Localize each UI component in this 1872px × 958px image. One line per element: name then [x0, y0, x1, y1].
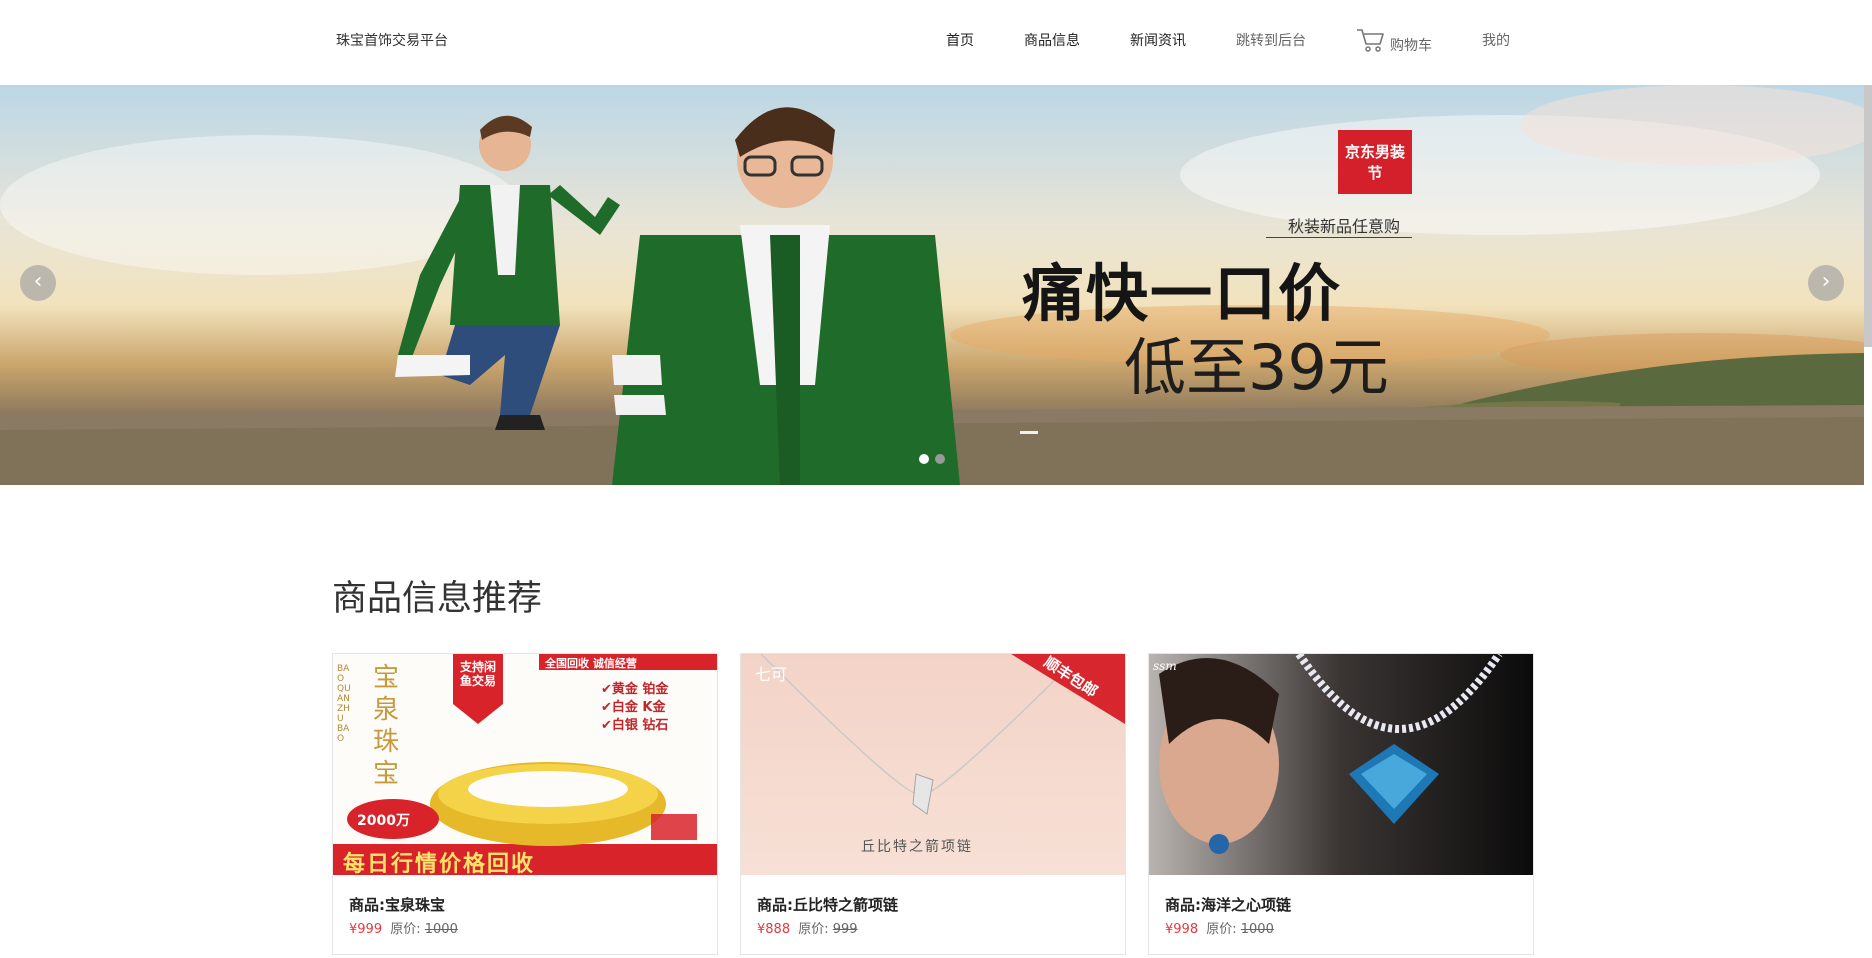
- hero-carousel[interactable]: 京东男装节 秋装新品任意购 痛快一口价 低至39元 ‹ ›: [0, 85, 1864, 485]
- product-image[interactable]: ssm: [1149, 654, 1533, 875]
- product-image-tag: 支持闲鱼交易: [459, 660, 496, 688]
- original-price-label: 原价:: [390, 922, 421, 937]
- product-name[interactable]: 商品:丘比特之箭项链: [757, 894, 898, 915]
- banner-subtitle: 秋装新品任意购: [1288, 217, 1401, 236]
- product-image-item: ✔黄金 铂金: [601, 682, 669, 697]
- cart-icon[interactable]: [1356, 27, 1386, 53]
- original-price: 999: [832, 922, 858, 937]
- product-image-caption: 丘比特之箭项链: [861, 839, 973, 855]
- product-image[interactable]: 七可 顺丰包邮 丘比特之箭项链: [741, 654, 1125, 875]
- product-name[interactable]: 商品:海洋之心项链: [1165, 894, 1291, 915]
- original-price-label: 原价:: [798, 922, 829, 937]
- product-image-item: ✔白银 钻石: [601, 718, 669, 733]
- nav-home[interactable]: 首页: [946, 30, 974, 50]
- product-price: ¥888: [757, 922, 791, 937]
- brand-badge: 京东男装节: [1338, 130, 1412, 194]
- product-price-row: ¥888 原价: 999: [757, 918, 858, 937]
- product-card[interactable]: 七可 顺丰包邮 丘比特之箭项链 商品:丘比特之箭项链 ¥888 原价: 999: [740, 653, 1126, 955]
- product-price-row: ¥998 原价: 1000: [1165, 918, 1274, 937]
- carousel-dot-1[interactable]: [919, 454, 929, 464]
- product-price: ¥999: [349, 922, 383, 937]
- product-image[interactable]: 宝泉珠宝 BAO QUAN ZHU BAO 支持闲鱼交易 全国回收 诚信经营 ✔…: [333, 654, 717, 875]
- top-header: 珠宝首饰交易平台 首页 商品信息 新闻资讯 跳转到后台 购物车 我的: [0, 0, 1872, 85]
- nav-admin[interactable]: 跳转到后台: [1236, 30, 1306, 50]
- original-price: 1000: [424, 922, 458, 937]
- product-image-brand: 宝泉珠宝: [373, 663, 400, 789]
- product-price: ¥998: [1165, 922, 1199, 937]
- product-name[interactable]: 商品:宝泉珠宝: [349, 894, 445, 915]
- original-price: 1000: [1240, 922, 1274, 937]
- svg-text:七可: 七可: [755, 665, 787, 684]
- product-price-row: ¥999 原价: 1000: [349, 918, 458, 937]
- original-price-label: 原价:: [1206, 922, 1237, 937]
- section-title: 商品信息推荐: [332, 579, 543, 619]
- product-image-pinyin: BAO QUAN ZHU BAO: [337, 664, 351, 744]
- carousel-prev-button[interactable]: ‹: [20, 265, 56, 301]
- nav-cart[interactable]: 购物车: [1390, 35, 1432, 55]
- banner-divider: [1266, 237, 1412, 238]
- nav-news[interactable]: 新闻资讯: [1130, 30, 1186, 50]
- product-card[interactable]: ssm 商品:海洋之心项链 ¥998 原价: 1000: [1148, 653, 1534, 955]
- svg-text:ssm: ssm: [1153, 659, 1177, 673]
- product-image-bottom-text: 每日行情价格回收: [343, 852, 536, 875]
- hero-image: [0, 85, 1864, 485]
- product-image-banner: 全国回收 诚信经营: [545, 657, 637, 670]
- carousel-next-button[interactable]: ›: [1808, 265, 1844, 301]
- product-image-capital: 2000万: [357, 813, 410, 829]
- nav-products[interactable]: 商品信息: [1024, 30, 1080, 50]
- carousel-dot-2[interactable]: [935, 454, 945, 464]
- page-scrollbar[interactable]: [1864, 85, 1872, 347]
- product-card[interactable]: 宝泉珠宝 BAO QUAN ZHU BAO 支持闲鱼交易 全国回收 诚信经营 ✔…: [332, 653, 718, 955]
- banner-price: 低至39元: [1124, 331, 1389, 404]
- nav-mine[interactable]: 我的: [1482, 30, 1510, 50]
- main-nav: 首页 商品信息 新闻资讯 跳转到后台 购物车 我的: [0, 0, 1872, 85]
- product-image-item: ✔白金 K金: [601, 700, 666, 715]
